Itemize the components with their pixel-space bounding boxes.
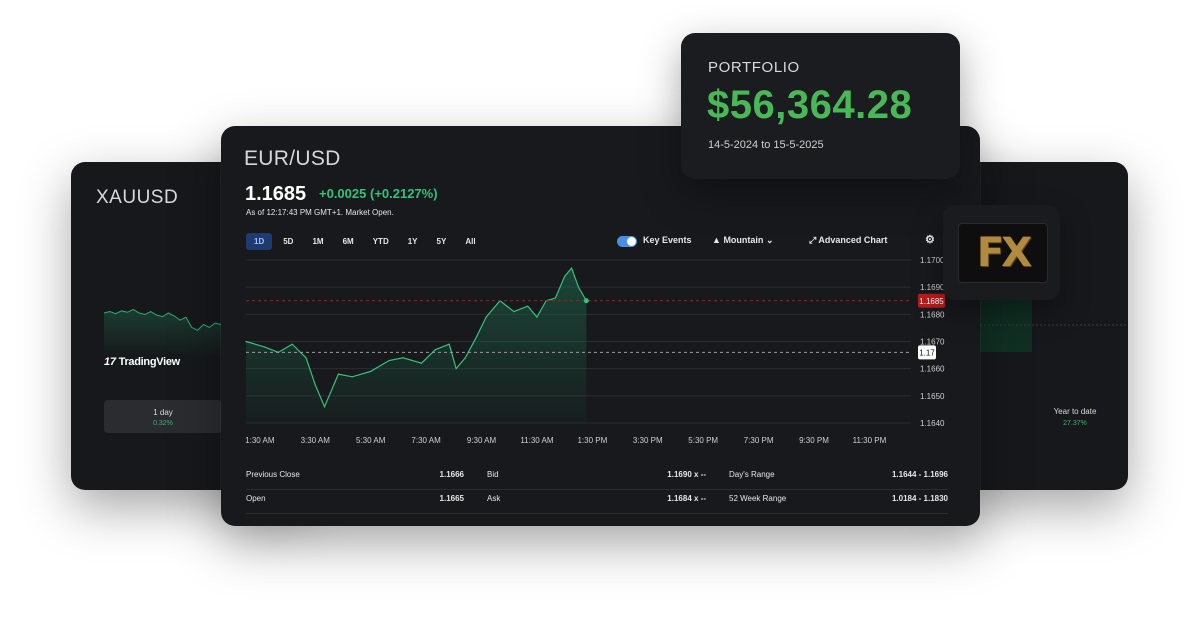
one-day-stat[interactable]: 1 day 0.32% (104, 400, 222, 433)
y-tick-label: 1.1680 (920, 310, 945, 319)
x-tick-label: 1:30 AM (245, 436, 275, 445)
price-point (564, 275, 566, 277)
y-tick-label: 1.1690 (920, 283, 945, 292)
fx-logo-badge: FX (943, 205, 1060, 300)
bid-value: 1.1690 x -- (667, 470, 706, 479)
price-point (291, 343, 293, 345)
x-tick-label: 3:30 AM (301, 436, 331, 445)
price-area (246, 268, 587, 423)
week52-range-value: 1.0184 - 1.1830 (891, 494, 948, 503)
price-point (536, 316, 538, 318)
y-tick-label: 1.1650 (920, 392, 945, 401)
price-point (554, 297, 557, 299)
price-point (448, 343, 450, 345)
x-tick-label: 7:30 AM (411, 436, 441, 445)
fx-logo-text: FX (976, 230, 1032, 276)
price-point (337, 373, 339, 375)
ytd-stat[interactable]: Year to date 27.37% (1030, 407, 1120, 427)
x-tick-label: 11:30 AM (520, 436, 554, 445)
previous-close-tag-label: 1.17 (919, 348, 935, 357)
previous-close-value: 1.1666 (439, 470, 464, 479)
price-point (434, 349, 436, 351)
tradingview-watermark: 17 TradingView (104, 356, 180, 368)
stat-value: 0.32% (153, 420, 173, 427)
bid-label: Bid (487, 470, 499, 479)
x-tick-label: 7:30 PM (744, 436, 774, 445)
current-price-tag-label: 1.1685 (919, 297, 944, 306)
stats-row: Previous Close 1.1666 Bid 1.1690 x -- Da… (246, 466, 948, 490)
price-point (388, 359, 390, 362)
portfolio-card: PORTFOLIO $56,364.28 14-5-2024 to 15-5-2… (681, 33, 960, 179)
portfolio-value: $56,364.28 (707, 83, 913, 127)
current-price-dot (583, 298, 589, 304)
days-range-value: 1.1644 - 1.1696 (891, 470, 948, 479)
price-point (464, 357, 466, 359)
x-tick-label: 5:30 PM (688, 436, 718, 445)
x-tick-label: 5:30 AM (356, 436, 386, 445)
y-tick-label: 1.1700 (920, 256, 945, 265)
open-label: Open (246, 494, 266, 503)
x-tick-label: 11:30 PM (853, 436, 887, 445)
price-point (314, 384, 316, 386)
tradingview-logo-icon: 17 (104, 356, 116, 368)
x-tick-label: 9:30 AM (467, 436, 497, 445)
x-tick-label: 3:30 PM (633, 436, 663, 445)
price-point (577, 286, 580, 288)
price-point (323, 406, 326, 408)
price-point (263, 346, 266, 348)
price-point (370, 370, 372, 372)
y-tick-label: 1.1670 (920, 338, 945, 347)
symbol-title: XAUUSD (96, 187, 179, 208)
ask-label: Ask (487, 494, 501, 503)
price-point (420, 362, 423, 364)
stat-label: 1 day (153, 408, 173, 417)
price-point (305, 357, 307, 359)
price-point (455, 368, 457, 370)
y-tick-label: 1.1640 (920, 419, 945, 428)
price-point (245, 340, 247, 343)
portfolio-label: PORTFOLIO (708, 59, 800, 76)
y-tick-label: 1.1660 (920, 365, 945, 374)
ask-value: 1.1684 x -- (667, 494, 706, 503)
price-point (570, 267, 573, 269)
fx-logo: FX (958, 223, 1048, 283)
x-tick-label: 9:30 PM (799, 436, 829, 445)
days-range-label: Day's Range (729, 470, 775, 479)
price-point (527, 305, 529, 307)
price-point (476, 335, 478, 337)
stat-value: 27.37% (1063, 420, 1087, 427)
x-tick-label: 1:30 PM (577, 436, 607, 445)
portfolio-period: 14-5-2024 to 15-5-2025 (708, 139, 824, 151)
eurusd-card: EUR/USD 1.1685 +0.0025 (+0.2127%) As of … (221, 126, 980, 526)
price-point (351, 376, 353, 378)
stats-row: Open 1.1665 Ask 1.1684 x -- 52 Week Rang… (246, 490, 948, 514)
price-point (485, 316, 487, 318)
stat-label: Year to date (1053, 407, 1097, 416)
open-value: 1.1665 (439, 494, 464, 503)
stats-table: Previous Close 1.1666 Bid 1.1690 x -- Da… (246, 466, 948, 514)
week52-range-label: 52 Week Range (729, 494, 787, 503)
previous-close-label: Previous Close (246, 470, 300, 479)
price-point (513, 311, 515, 313)
price-point (402, 357, 404, 359)
